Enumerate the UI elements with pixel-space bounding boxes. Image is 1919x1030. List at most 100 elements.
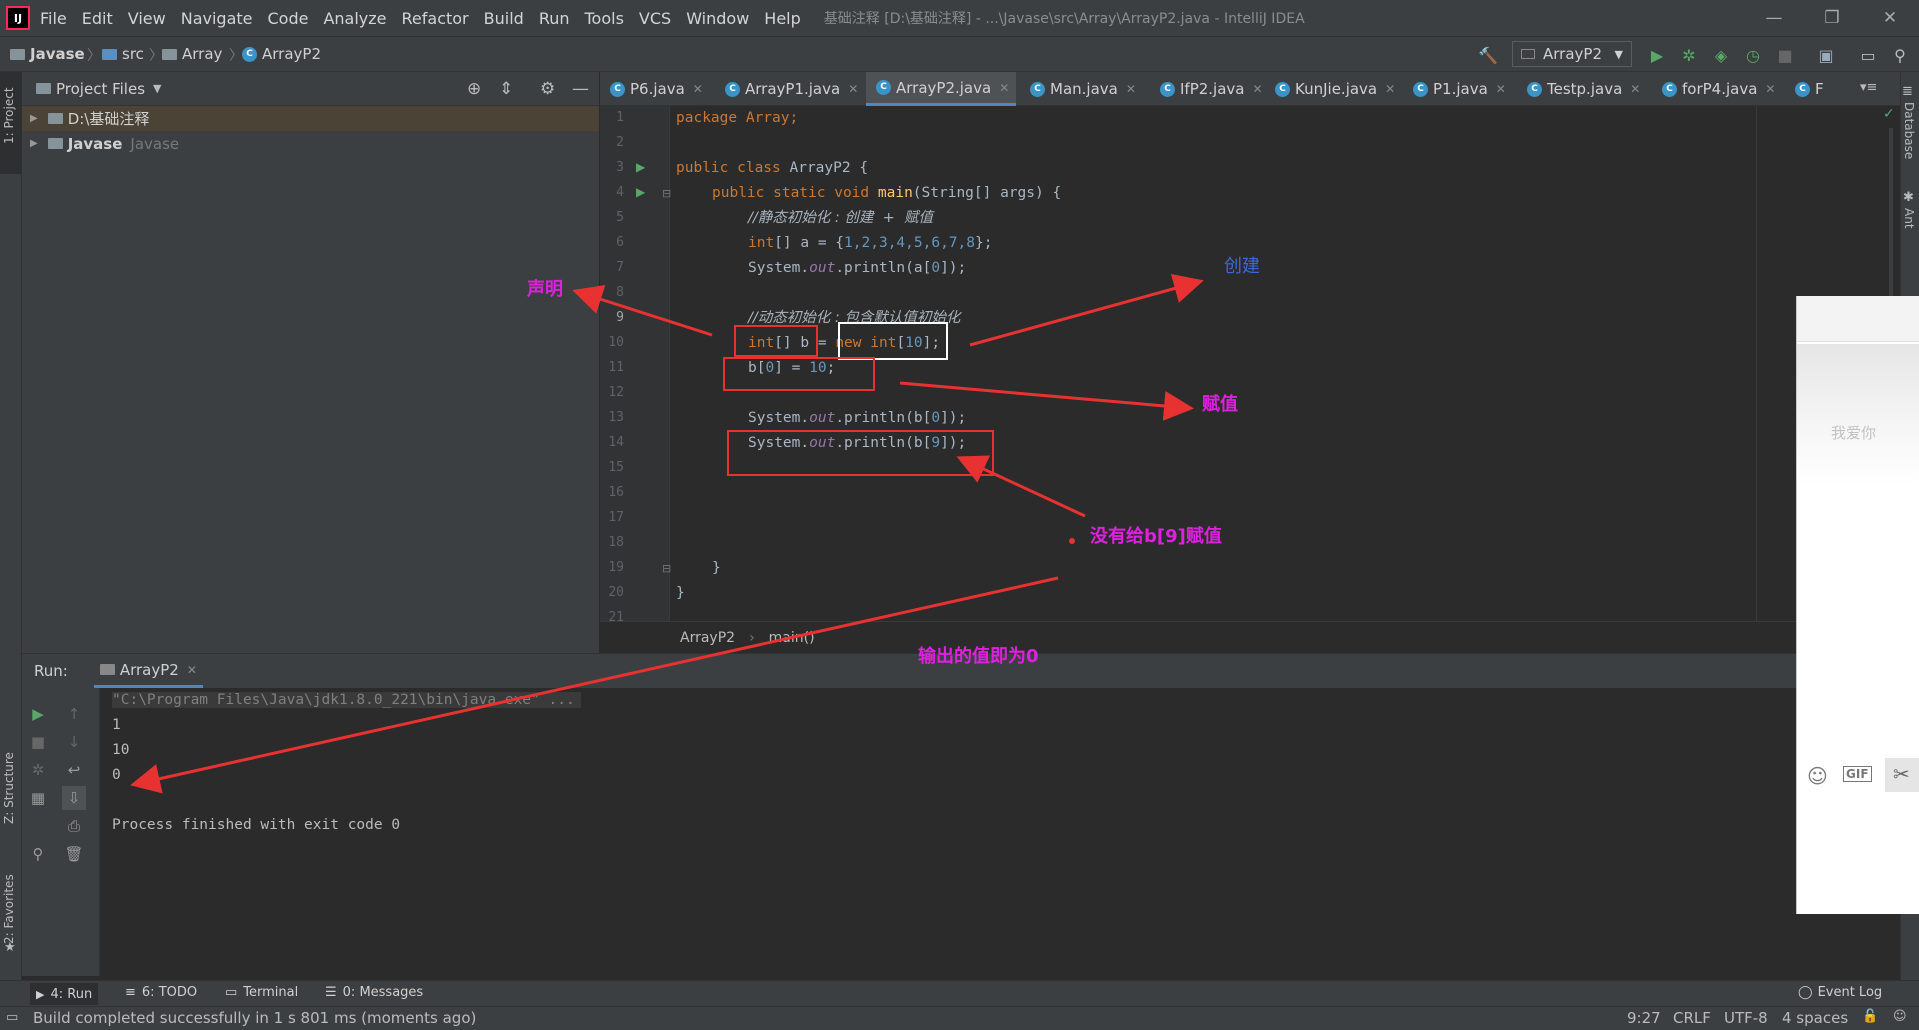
breadcrumb-javase[interactable]: Javase (10, 45, 85, 63)
close-window-button[interactable]: ✕ (1861, 0, 1919, 36)
menu-vcs[interactable]: VCS (639, 9, 671, 28)
caret-position[interactable]: 9:27 (1627, 1009, 1661, 1027)
favorites-tool-tab[interactable]: 2: Favorites (2, 874, 16, 944)
print-icon[interactable]: ⎙ (62, 814, 86, 838)
locate-icon[interactable]: ⊕ (467, 79, 481, 99)
close-tab-icon[interactable]: ✕ (848, 82, 858, 96)
menu-window[interactable]: Window (686, 9, 749, 28)
tab-arrayp1[interactable]: C ArrayP1.java ✕ (715, 72, 858, 106)
project-tool-tab[interactable]: 1: Project (2, 87, 16, 144)
close-tab-icon[interactable]: ✕ (1765, 82, 1775, 96)
layout-icon[interactable]: ▭ (1858, 45, 1878, 65)
menu-build[interactable]: Build (484, 9, 524, 28)
restore-button[interactable]: ❐ (1803, 0, 1861, 36)
line-separator[interactable]: CRLF (1673, 1009, 1711, 1027)
menu-help[interactable]: Help (764, 9, 800, 28)
run-tab-arrayp2[interactable]: ArrayP2 ✕ (93, 654, 203, 688)
pin-icon[interactable]: ⚲ (26, 842, 50, 866)
tab-testp[interactable]: C Testp.java ✕ (1517, 72, 1640, 106)
tab-p6[interactable]: C P6.java ✕ (600, 72, 703, 106)
structure-tool-tab[interactable]: Z: Structure (2, 752, 16, 824)
tab-arrayp2[interactable]: C ArrayP2.java ✕ (866, 72, 1016, 106)
tab-ifp2[interactable]: C IfP2.java ✕ (1150, 72, 1263, 106)
menu-tools[interactable]: Tools (585, 9, 624, 28)
close-tab-icon[interactable]: ✕ (1253, 82, 1263, 96)
bottom-tab-terminal[interactable]: ▭ Terminal (225, 985, 298, 1000)
tab-p1[interactable]: C P1.java ✕ (1403, 72, 1506, 106)
debug-icon[interactable]: ✲ (26, 758, 50, 782)
tab-list-icon[interactable]: ▾≡ (1860, 80, 1877, 95)
breadcrumb-class[interactable]: ArrayP2 (680, 630, 735, 646)
tab-man[interactable]: C Man.java ✕ (1020, 72, 1136, 106)
coverage-icon[interactable]: ◈ (1711, 45, 1731, 65)
build-hammer-icon[interactable]: 🔨 (1478, 45, 1498, 65)
tab-f[interactable]: CF (1785, 72, 1824, 106)
expand-arrow-icon[interactable]: ▶ (30, 113, 38, 124)
stop-icon[interactable]: ■ (26, 730, 50, 754)
breadcrumb-arrayp2[interactable]: C ArrayP2 (242, 45, 321, 63)
trash-icon[interactable]: 🗑 (62, 842, 86, 866)
tree-row-javase[interactable]: ▶ Javase Javase (22, 131, 599, 156)
bottom-tab-todo[interactable]: ≡ 6: TODO (125, 985, 197, 1000)
file-encoding[interactable]: UTF-8 (1724, 1009, 1768, 1027)
rerun-icon[interactable]: ▶ (26, 702, 50, 726)
close-tab-icon[interactable]: ✕ (1630, 82, 1640, 96)
menu-edit[interactable]: Edit (82, 9, 113, 28)
event-log-button[interactable]: ◯ Event Log (1798, 985, 1882, 1000)
search-icon[interactable]: ⚲ (1890, 45, 1910, 65)
fold-icon[interactable]: ⊟ (662, 562, 671, 575)
inspector-icon[interactable]: ☺ (1893, 1009, 1907, 1024)
menu-file[interactable]: File (40, 9, 67, 28)
menu-navigate[interactable]: Navigate (181, 9, 253, 28)
scroll-down-icon[interactable]: ↓ (62, 730, 86, 754)
close-tab-icon[interactable]: ✕ (693, 82, 703, 96)
hide-panel-icon[interactable]: — (572, 79, 589, 99)
gif-icon[interactable]: GIF (1843, 766, 1872, 782)
code-token: 0 (931, 410, 941, 426)
menu-code[interactable]: Code (268, 9, 309, 28)
menu-analyze[interactable]: Analyze (323, 9, 386, 28)
close-tab-icon[interactable]: ✕ (1385, 82, 1395, 96)
debug-icon[interactable]: ✲ (1679, 45, 1699, 65)
tree-row-root[interactable]: ▶ D:\基础注释 (22, 106, 599, 131)
run-configuration-select[interactable]: ArrayP2 ▼ (1512, 41, 1632, 67)
collapse-all-icon[interactable]: ⇕ (499, 79, 513, 99)
close-tab-icon[interactable]: ✕ (1126, 82, 1136, 96)
menu-refactor[interactable]: Refactor (402, 9, 469, 28)
close-tab-icon[interactable]: ✕ (187, 663, 197, 677)
close-tab-icon[interactable]: ✕ (1496, 82, 1506, 96)
emoji-icon[interactable]: ☺ (1807, 764, 1828, 788)
bottom-tab-messages[interactable]: ☰ 0: Messages (325, 985, 423, 1000)
scroll-up-icon[interactable]: ↑ (62, 702, 86, 726)
project-structure-icon[interactable]: ▣ (1816, 45, 1836, 65)
bottom-tab-run[interactable]: ▶ 4: Run (30, 983, 99, 1005)
dropdown-arrow-icon[interactable]: ▼ (153, 82, 161, 95)
menu-view[interactable]: View (128, 9, 166, 28)
soft-wrap-icon[interactable]: ↩ (62, 758, 86, 782)
ant-tool-tab[interactable]: Ant (1902, 208, 1916, 229)
breadcrumb-array[interactable]: Array (162, 45, 222, 63)
tab-kunjie[interactable]: C KunJie.java ✕ (1265, 72, 1395, 106)
menu-run[interactable]: Run (539, 9, 570, 28)
status-toggle-icon[interactable]: ▭ (6, 1010, 18, 1025)
scissors-button[interactable]: ✂ (1885, 758, 1919, 792)
expand-arrow-icon[interactable]: ▶ (30, 138, 38, 149)
breadcrumb-method[interactable]: main() (769, 630, 815, 646)
run-gutter-icon[interactable]: ▶ (636, 160, 645, 174)
stop-icon[interactable]: ■ (1775, 45, 1795, 65)
run-icon[interactable]: ▶ (1647, 45, 1667, 65)
gear-icon[interactable]: ⚙ (540, 79, 555, 99)
lock-icon[interactable]: 🔓 (1862, 1009, 1878, 1024)
layout-icon[interactable]: ▦ (26, 786, 50, 810)
tab-forp4[interactable]: CforP4.java ✕ (1652, 72, 1775, 106)
fold-icon[interactable]: ⊟ (662, 187, 671, 200)
database-tool-tab[interactable]: Database (1902, 102, 1916, 159)
minimize-button[interactable]: — (1745, 0, 1803, 36)
project-view-select[interactable]: Project Files (56, 80, 145, 98)
scroll-to-end-icon[interactable]: ⇩ (62, 786, 86, 810)
indent-setting[interactable]: 4 spaces (1782, 1009, 1848, 1027)
run-gutter-icon[interactable]: ▶ (636, 185, 645, 199)
close-tab-icon[interactable]: ✕ (999, 81, 1009, 95)
profile-icon[interactable]: ◷ (1743, 45, 1763, 65)
breadcrumb-src[interactable]: src (102, 45, 144, 63)
